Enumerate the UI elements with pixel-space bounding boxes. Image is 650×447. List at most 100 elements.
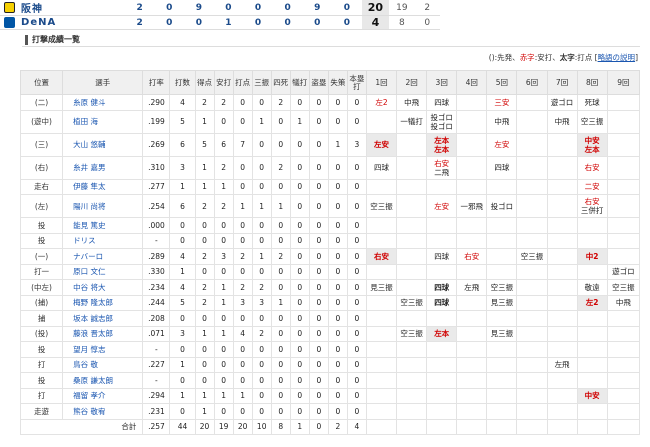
player-name-link[interactable]: 能見 篤史: [62, 217, 144, 234]
at-bat-result: 左飛: [464, 282, 480, 292]
at-bat-cell: [516, 372, 548, 389]
section-title-text: 打撃成績一覧: [32, 35, 80, 44]
at-bat-result: 遊ゴロ: [612, 267, 635, 277]
abbreviations-link[interactable]: 略語の説明: [598, 53, 636, 62]
at-bat-cell: [426, 178, 458, 195]
stat-cell: 0: [346, 403, 367, 420]
stat-cell: 0: [232, 94, 253, 111]
at-bat-cell: [456, 178, 488, 195]
inning-score: 0: [243, 0, 273, 16]
stat-cell: 1: [270, 294, 291, 311]
at-bat-result: 三併打: [580, 206, 604, 215]
player-name-link[interactable]: 中谷 将大: [62, 279, 144, 296]
stat-cell: 0: [346, 387, 367, 404]
stat-cell: 0: [327, 155, 348, 180]
at-bat-cell: [365, 217, 398, 234]
stat-cell: 0: [169, 403, 196, 420]
player-name-link[interactable]: 坂本 誠志郎: [62, 310, 144, 327]
legend-red: 赤字: [519, 53, 535, 62]
player-name-link[interactable]: 望月 惇志: [62, 341, 144, 358]
at-bat-cell: 左本: [426, 325, 458, 342]
team-runs: 4: [361, 15, 390, 30]
stat-cell: 0: [213, 109, 234, 134]
stat-cell: 0: [346, 310, 367, 327]
at-bat-cell: 投ゴロ: [486, 194, 518, 218]
position-cell: (三): [19, 132, 64, 157]
at-bat-cell: [516, 325, 548, 342]
stat-cell: 0: [308, 341, 329, 358]
at-bat-cell: [456, 155, 488, 180]
totals-row: 合計 .257 44 20 19 20 10 8 1 0 2 4: [19, 418, 641, 435]
stat-cell: 2: [270, 248, 291, 265]
at-bat-result: 左本: [434, 135, 450, 145]
batting-table: 位置 選手 打率 打数 得点 安打 打点 三振 四死 犠打 盗塁 失策 本塁打 1回 2回 3回 4回 5回 6回 7…: [19, 70, 641, 435]
stat-cell: 0: [289, 178, 310, 195]
player-name-link[interactable]: 原口 文仁: [62, 263, 144, 280]
table-row: (遊中) 植田 海 .199 5 1 0 0 1 0 1 0 0 0 一犠打 投ゴロ 投ゴロ 中飛 中飛 空三振: [19, 109, 641, 134]
player-name-link[interactable]: 伊藤 隼太: [62, 178, 144, 195]
at-bat-result: 死球: [584, 97, 600, 107]
position-cell: 打: [19, 356, 64, 373]
stat-cell: 5: [169, 294, 196, 311]
at-bat-cell: [606, 248, 641, 265]
at-bat-cell: [606, 94, 641, 111]
at-bat-cell: [546, 155, 578, 180]
at-bat-cell: [606, 217, 641, 234]
stat-cell: 3: [232, 294, 253, 311]
player-name-link[interactable]: 陽川 尚将: [62, 194, 144, 218]
at-bat-result: 左本: [434, 329, 450, 339]
player-name-link[interactable]: 福留 孝介: [62, 387, 144, 404]
player-name-link[interactable]: 大山 悠輔: [62, 132, 144, 157]
at-bat-cell: [365, 178, 398, 195]
at-bat-result: 左2: [375, 97, 388, 107]
inning-score: 0: [154, 15, 185, 30]
at-bat-cell: [396, 132, 428, 157]
player-name-link[interactable]: 梅野 隆太郎: [62, 294, 144, 311]
inning-score: 0: [213, 0, 244, 16]
scoreboard-row: 阪神 2 0 9 0 0 0 9 0 20 19 2: [0, 0, 440, 16]
at-bat-cell: [426, 356, 458, 373]
at-bat-cell: 中安 左本: [576, 132, 608, 157]
stat-cell: 3: [213, 248, 234, 265]
at-bat-cell: [426, 403, 458, 420]
column-header: 4回: [456, 70, 488, 95]
stat-cell: 1: [169, 178, 196, 195]
column-header: 9回: [606, 70, 641, 95]
player-name-link[interactable]: 糸原 健斗: [62, 94, 144, 111]
stat-cell: 0: [289, 248, 310, 265]
team-name[interactable]: 阪神: [19, 0, 125, 16]
stat-cell: 2: [251, 325, 272, 342]
player-name-link[interactable]: ドリス: [62, 232, 144, 249]
at-bat-result: 四球: [434, 298, 450, 308]
stat-cell: 0: [308, 279, 329, 296]
table-row: 捕坂本 誠志郎 .208 0 0 0 0 0 0 0 0 0 0: [19, 310, 641, 327]
stat-cell: 1: [169, 356, 196, 373]
player-name-link[interactable]: 熊谷 敬宥: [62, 403, 144, 420]
stat-cell: 0: [213, 372, 234, 389]
at-bat-cell: [426, 263, 458, 280]
player-name-link[interactable]: ナバーロ: [62, 248, 144, 265]
at-bat-cell: [456, 132, 488, 157]
at-bat-result: 右安: [464, 251, 480, 261]
total-inning-cell: [606, 418, 641, 435]
stat-cell: 0: [194, 356, 215, 373]
at-bat-cell: 空三振: [396, 325, 428, 342]
at-bat-cell: [456, 372, 488, 389]
player-name-link[interactable]: 糸井 嘉男: [62, 155, 144, 180]
at-bat-cell: [546, 403, 578, 420]
team-name[interactable]: DeNA: [19, 15, 125, 30]
stat-cell: 0: [308, 94, 329, 111]
stat-cell: 0: [346, 232, 367, 249]
player-name-link[interactable]: 植田 海: [62, 109, 144, 134]
at-bat-cell: [365, 109, 398, 134]
total-stat-cell: .257: [142, 418, 171, 435]
player-name-link[interactable]: 鳥谷 敬: [62, 356, 144, 373]
stat-cell: 0: [194, 372, 215, 389]
stat-cell: -: [142, 232, 171, 249]
legend-mid: :安打、: [534, 53, 560, 62]
player-name-link[interactable]: 桑原 謙太朗: [62, 372, 144, 389]
at-bat-cell: [396, 387, 428, 404]
at-bat-result: 中飛: [404, 97, 420, 107]
player-name-link[interactable]: 藤浪 晋太郎: [62, 325, 144, 342]
at-bat-cell: [396, 403, 428, 420]
